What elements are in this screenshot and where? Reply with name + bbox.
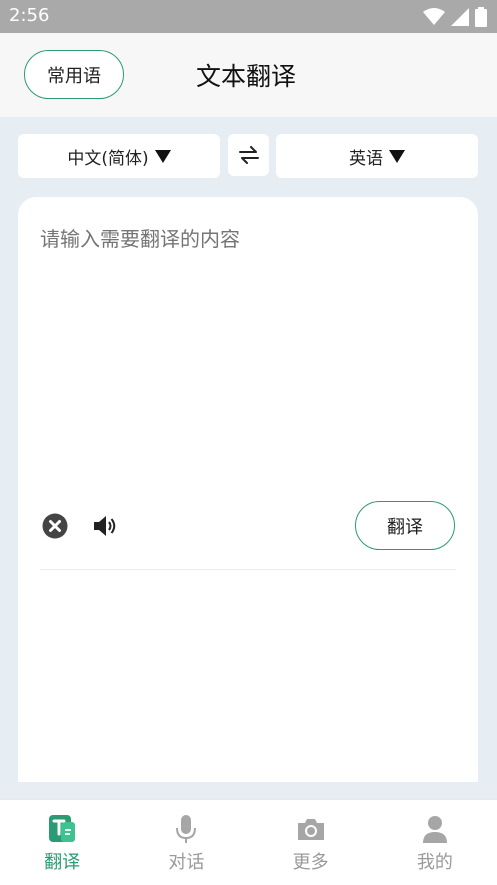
swap-arrows-icon: [238, 146, 259, 164]
nav-item-conversation[interactable]: 对话: [124, 800, 248, 885]
bottom-navigation: 翻译 对话 更多 我的: [0, 799, 497, 885]
nav-label: 翻译: [44, 852, 81, 873]
status-time: 2:56: [9, 5, 50, 26]
battery-icon: [475, 7, 487, 27]
signal-icon: [451, 8, 469, 26]
source-language-select[interactable]: 中文(简体): [18, 134, 220, 178]
common-phrases-button[interactable]: 常用语: [24, 50, 124, 99]
wifi-icon: [423, 8, 445, 25]
status-icons: [423, 7, 487, 27]
speaker-icon[interactable]: [92, 513, 118, 539]
source-language-label: 中文(简体): [67, 148, 149, 169]
nav-label: 更多: [292, 852, 329, 873]
nav-item-more[interactable]: 更多: [249, 800, 373, 885]
status-bar: 2:56: [0, 0, 497, 33]
nav-label: 对话: [168, 852, 205, 873]
translate-icon: [49, 815, 76, 842]
source-text-input[interactable]: [40, 223, 450, 483]
translation-card: 翻译: [18, 197, 478, 782]
page-title: 文本翻译: [196, 62, 297, 91]
nav-label: 我的: [416, 852, 453, 873]
swap-languages-button[interactable]: [228, 134, 269, 176]
divider: [40, 569, 456, 570]
dropdown-arrow-icon: [154, 149, 171, 163]
translate-button[interactable]: 翻译: [355, 501, 455, 550]
nav-item-translate[interactable]: 翻译: [0, 800, 124, 885]
clear-icon[interactable]: [42, 513, 68, 539]
person-icon: [422, 816, 447, 843]
target-language-label: 英语: [349, 148, 383, 169]
nav-item-profile[interactable]: 我的: [373, 800, 497, 885]
header: 常用语 文本翻译: [0, 33, 497, 117]
camera-icon: [297, 819, 324, 840]
dropdown-arrow-icon: [389, 149, 405, 163]
target-language-select[interactable]: 英语: [276, 134, 478, 178]
microphone-icon: [176, 815, 197, 843]
